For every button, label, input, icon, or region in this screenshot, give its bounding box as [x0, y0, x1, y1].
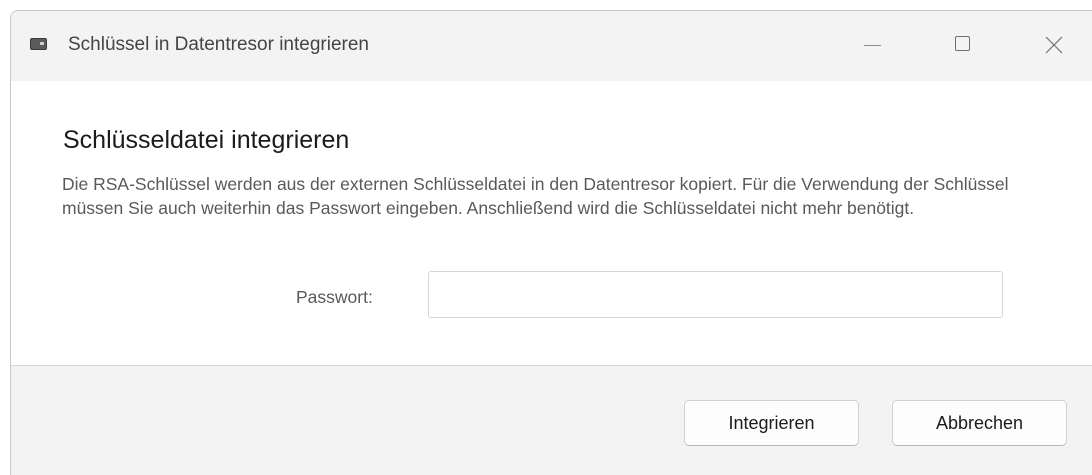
window-title: Schlüssel in Datentresor integrieren	[68, 34, 369, 55]
password-label: Passwort:	[296, 287, 373, 307]
wallet-icon	[30, 38, 47, 50]
maximize-icon	[955, 36, 970, 51]
description-text: Die RSA-Schlüssel werden aus der externe…	[62, 174, 1009, 218]
maximize-button[interactable]	[940, 25, 986, 65]
minimize-button[interactable]	[849, 25, 895, 65]
dialog-content: Schlüsseldatei integrieren Die RSA-Schlü…	[11, 81, 1092, 365]
password-field[interactable]	[428, 271, 1003, 318]
minimize-icon	[864, 45, 881, 46]
page-title: Schlüsseldatei integrieren	[63, 126, 350, 154]
dialog-footer: Integrieren Abbrechen	[11, 365, 1092, 475]
close-icon	[1045, 36, 1063, 54]
cancel-button[interactable]: Abbrechen	[892, 400, 1067, 446]
dialog-window: Schlüssel in Datentresor integrieren Sch…	[10, 10, 1092, 475]
title-bar[interactable]: Schlüssel in Datentresor integrieren	[11, 11, 1092, 81]
integrate-button[interactable]: Integrieren	[684, 400, 859, 446]
close-button[interactable]	[1031, 25, 1077, 65]
